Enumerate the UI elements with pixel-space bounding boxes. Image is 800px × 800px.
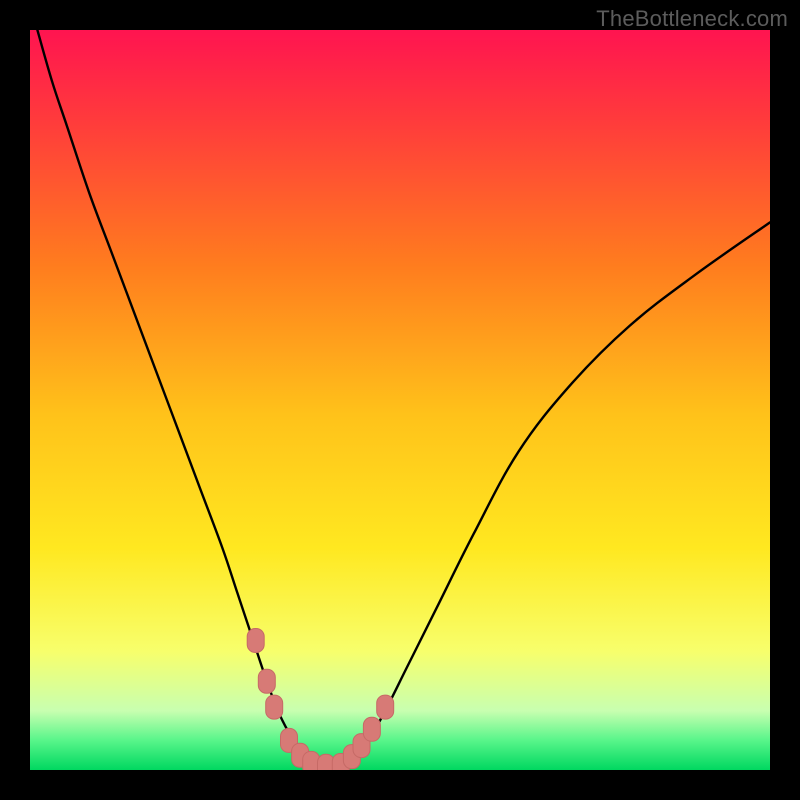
bottleneck-curve bbox=[37, 30, 770, 767]
watermark-label: TheBottleneck.com bbox=[596, 6, 788, 32]
data-marker bbox=[258, 669, 275, 693]
plot-area bbox=[30, 30, 770, 770]
data-marker bbox=[247, 629, 264, 653]
data-marker bbox=[377, 695, 394, 719]
data-markers bbox=[247, 629, 394, 771]
data-marker bbox=[363, 717, 380, 741]
data-marker bbox=[266, 695, 283, 719]
chart-frame: TheBottleneck.com bbox=[0, 0, 800, 800]
chart-curve-layer bbox=[30, 30, 770, 770]
